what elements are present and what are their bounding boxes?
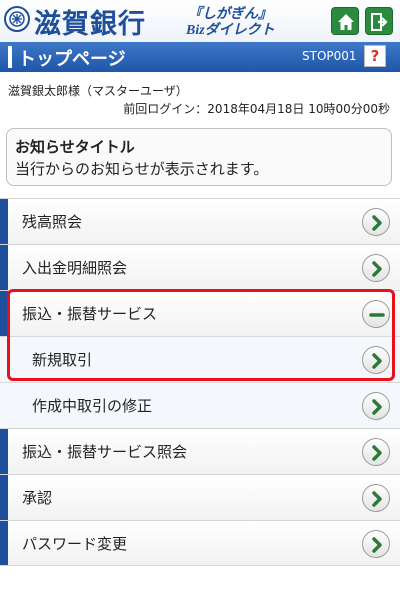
- menu-item-new-transaction[interactable]: 新規取引: [0, 336, 400, 382]
- logout-button[interactable]: [365, 7, 393, 35]
- service-name-biz: Biz: [186, 23, 205, 38]
- menu-item-approval[interactable]: 承認: [0, 474, 400, 520]
- menu-item-label: 新規取引: [32, 351, 93, 369]
- chevron-right-icon[interactable]: [362, 208, 390, 236]
- menu-item-label: 入出金明細照会: [22, 259, 128, 277]
- menu-item-password[interactable]: パスワード変更: [0, 520, 400, 566]
- menu-item-balance[interactable]: 残高照会: [0, 198, 400, 244]
- main-menu: 残高照会 入出金明細照会 振込・振替サービス 新規取引 作成中取引の修正 振込・…: [0, 198, 400, 566]
- service-name: Bizダイレクト: [186, 19, 275, 39]
- menu-item-statement[interactable]: 入出金明細照会: [0, 244, 400, 290]
- home-icon: [338, 14, 354, 30]
- notice-body: 当行からのお知らせが表示されます。: [15, 160, 269, 178]
- page-title: トップページ: [18, 49, 126, 70]
- minus-icon[interactable]: [362, 300, 390, 328]
- chevron-right-icon[interactable]: [362, 392, 390, 420]
- menu-item-label: 残高照会: [22, 213, 83, 231]
- screen-code: STOP001: [302, 49, 357, 63]
- menu-accent: [0, 521, 8, 565]
- menu-item-transfer[interactable]: 振込・振替サービス: [0, 290, 400, 336]
- last-login: 前回ログイン：2018年04月18日 10時00分00秒: [123, 102, 390, 116]
- user-name: 滋賀銀太郎様（マスターユーザ）: [8, 84, 188, 98]
- menu-item-edit-draft[interactable]: 作成中取引の修正: [0, 382, 400, 428]
- title-accent-bar: [8, 46, 12, 68]
- help-button[interactable]: ?: [364, 45, 386, 67]
- menu-item-label: 承認: [22, 489, 53, 507]
- bank-logo-icon: [4, 6, 30, 32]
- bank-name: 滋賀銀行: [34, 9, 146, 40]
- home-button[interactable]: [331, 7, 359, 35]
- chevron-right-icon[interactable]: [362, 346, 390, 374]
- service-name-direct: ダイレクト: [204, 22, 275, 38]
- chevron-right-icon[interactable]: [362, 484, 390, 512]
- menu-accent: [0, 291, 8, 336]
- notice-title: お知らせタイトル: [15, 138, 135, 156]
- logout-icon: [371, 13, 388, 31]
- chevron-right-icon[interactable]: [362, 254, 390, 282]
- page-title-bar: トップページ STOP001: [0, 42, 400, 72]
- notice-box: お知らせタイトル 当行からのお知らせが表示されます。: [6, 128, 392, 186]
- menu-item-label: 作成中取引の修正: [32, 397, 153, 415]
- menu-accent: [0, 199, 8, 244]
- menu-item-label: 振込・振替サービス照会: [22, 443, 188, 461]
- chevron-right-icon[interactable]: [362, 438, 390, 466]
- menu-accent: [0, 429, 8, 474]
- menu-item-label: パスワード変更: [22, 535, 128, 553]
- chevron-right-icon[interactable]: [362, 530, 390, 558]
- menu-item-transfer-inquiry[interactable]: 振込・振替サービス照会: [0, 428, 400, 474]
- menu-item-label: 振込・振替サービス: [22, 305, 158, 323]
- brand-header: 滋賀銀行 『しがぎん』 Bizダイレクト: [0, 0, 400, 42]
- menu-accent: [0, 245, 8, 290]
- menu-accent: [0, 475, 8, 520]
